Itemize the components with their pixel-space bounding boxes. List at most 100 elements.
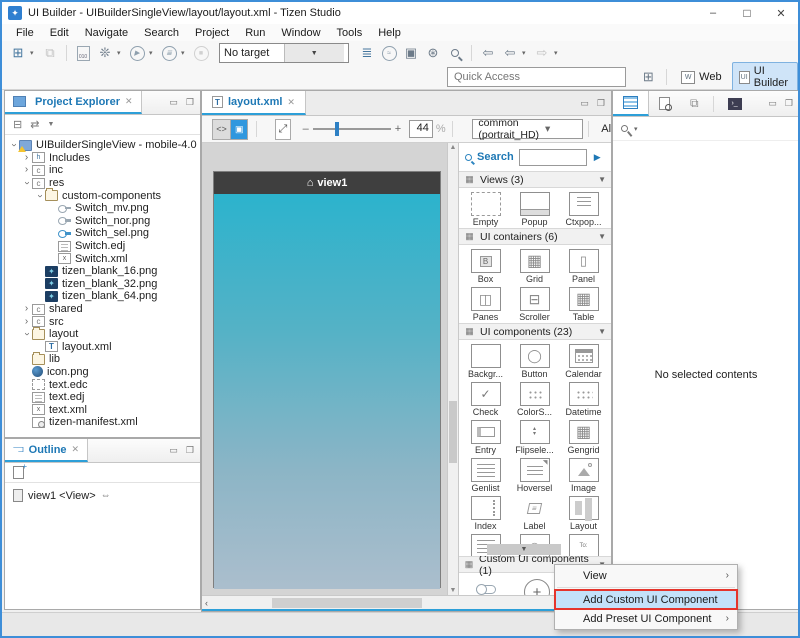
tree-item-text-edc[interactable]: text.edc [5, 378, 200, 391]
add-component-button[interactable] [524, 579, 550, 595]
tree-item-layout[interactable]: layout [5, 328, 200, 341]
open-perspective-icon[interactable]: ⊞ [638, 67, 658, 87]
design-view-toggle[interactable]: ▣ [230, 119, 248, 140]
tab-file-preview[interactable] [649, 91, 680, 116]
profile-dropdown-icon[interactable] [181, 49, 189, 57]
maximize-button[interactable] [730, 2, 764, 24]
context-menu-item-view[interactable]: View [555, 566, 737, 585]
tab-properties[interactable] [613, 91, 649, 116]
palette-item-button[interactable]: ◯Button [510, 342, 559, 380]
palette-item-flipsele[interactable]: ▴▾Flipsele... [510, 418, 559, 456]
tab-console[interactable] [718, 91, 752, 116]
tab-outline[interactable]: ⫎ Outline [5, 439, 88, 462]
minimize-panel-icon[interactable] [169, 97, 178, 108]
tree-item-tizen-blank-16-png[interactable]: tizen_blank_16.png [5, 265, 200, 278]
profile-icon[interactable]: ≣ [159, 43, 179, 63]
palette-item-switch[interactable]: Switch [461, 575, 510, 595]
pin-dropdown-icon[interactable] [634, 125, 642, 133]
tree-item-switch-sel-png[interactable]: Switch_sel.png [5, 227, 200, 240]
palette-item-label[interactable]: ≡Label [510, 494, 559, 532]
close-project-explorer-icon[interactable] [125, 96, 133, 107]
palette-section-views-3[interactable]: ▦Views (3) [459, 171, 611, 188]
tree-item-switch-nor-png[interactable]: Switch_nor.png [5, 215, 200, 228]
palette-item-colors[interactable]: ColorS... [510, 380, 559, 418]
tree-item-includes[interactable]: Includes [5, 152, 200, 165]
palette-search-input[interactable] [519, 149, 587, 166]
source-view-toggle[interactable]: <> [212, 119, 230, 140]
menu-project[interactable]: Project [187, 27, 237, 39]
tree-item-switch-edj[interactable]: Switch.edj [5, 240, 200, 253]
tab-project-explorer[interactable]: Project Explorer [5, 91, 142, 114]
maximize-panel-icon[interactable] [186, 97, 194, 108]
close-outline-icon[interactable] [72, 444, 80, 455]
palette-section-ui-containers-6[interactable]: ▦UI containers (6) [459, 228, 611, 245]
new-project-icon[interactable]: ⊞ [8, 43, 28, 63]
palette-item-grid[interactable]: ▦Grid [510, 247, 559, 285]
pin-icon[interactable] [620, 124, 630, 134]
vertical-scroll-thumb[interactable] [449, 401, 457, 463]
palette-scroll-down-strip[interactable] [487, 544, 561, 555]
zoom-out-icon[interactable] [303, 123, 309, 135]
palette-item-box[interactable]: BBox [461, 247, 510, 285]
palette-item-datetime[interactable]: Datetime [559, 380, 608, 418]
close-editor-tab-icon[interactable] [287, 97, 295, 108]
menu-search[interactable]: Search [136, 27, 187, 39]
editor-horizontal-scrollbar[interactable] [202, 595, 611, 611]
back-dropdown-icon[interactable] [522, 49, 530, 57]
new-dropdown-icon[interactable] [30, 49, 38, 57]
tree-item-text-edj[interactable]: text.edj [5, 391, 200, 404]
expand-arrow-icon[interactable] [35, 190, 45, 201]
view-body[interactable] [214, 194, 440, 589]
palette-item-check[interactable]: ✓Check [461, 380, 510, 418]
tree-item-tizen-blank-64-png[interactable]: tizen_blank_64.png [5, 290, 200, 303]
palette-item-index[interactable]: Index [461, 494, 510, 532]
tree-item-switch-mv-png[interactable]: Switch_mv.png [5, 202, 200, 215]
outline-item-view1[interactable]: view1 <View> [5, 483, 200, 508]
collapse-section-icon[interactable] [598, 175, 606, 184]
palette-item-gengrid[interactable]: ▦Gengrid [559, 418, 608, 456]
new-view-icon[interactable] [13, 466, 24, 479]
context-menu-item-add-custom-ui-component[interactable]: Add Custom UI Component [555, 590, 737, 609]
expand-arrow-icon[interactable] [9, 140, 19, 151]
palette-item-panel[interactable]: ▯Panel [559, 247, 608, 285]
palette-section-ui-components-23[interactable]: ▦UI components (23) [459, 323, 611, 340]
palette-item-backgr[interactable]: Backgr... [461, 342, 510, 380]
palette-item-empty[interactable]: Empty [461, 190, 510, 228]
minimize-button[interactable] [696, 2, 730, 24]
palette-vertical-scrollbar[interactable] [447, 143, 459, 595]
quick-access-input[interactable] [447, 67, 626, 87]
last-edit-icon[interactable]: ⇦ [478, 43, 498, 63]
palette-item-calendar[interactable]: Calendar [559, 342, 608, 380]
scroll-up-icon[interactable] [448, 144, 458, 151]
palette-item-partial[interactable]: To: [559, 532, 608, 556]
maximize-editor-icon[interactable] [597, 98, 605, 109]
forward-dropdown-icon[interactable] [554, 49, 562, 57]
run-icon[interactable]: ▶ [127, 43, 147, 63]
menu-run[interactable]: Run [237, 27, 273, 39]
tab-attachments[interactable] [680, 91, 709, 116]
tree-item-shared[interactable]: shared [5, 303, 200, 316]
menu-edit[interactable]: Edit [42, 27, 77, 39]
dynamic-analyzer-icon[interactable]: ≈ [379, 43, 399, 63]
target-dropdown-arrow-icon[interactable] [284, 44, 345, 62]
maximize-properties-icon[interactable] [785, 98, 793, 109]
menu-navigate[interactable]: Navigate [77, 27, 136, 39]
tree-item-custom-components[interactable]: custom-components [5, 189, 200, 202]
palette-item-table[interactable]: ▦Table [559, 285, 608, 323]
collapse-all-icon[interactable]: ⊟ [13, 118, 22, 131]
expand-arrow-icon[interactable] [22, 329, 32, 340]
search-go-icon[interactable] [594, 152, 601, 163]
collapse-section-icon[interactable] [598, 232, 606, 241]
profile-dropdown[interactable]: common (portrait_HD) [472, 119, 582, 139]
menu-window[interactable]: Window [273, 27, 328, 39]
tab-layout-xml[interactable]: layout.xml [202, 91, 306, 115]
tree-item-switch-xml[interactable]: Switch.xml [5, 252, 200, 265]
expand-arrow-icon[interactable] [21, 304, 32, 314]
tree-item-text-xml[interactable]: text.xml [5, 403, 200, 416]
target-dropdown[interactable]: No target [219, 43, 349, 63]
collapse-section-icon[interactable] [598, 327, 606, 336]
palette-item-scroller[interactable]: ⊟Scroller [510, 285, 559, 323]
debug-icon[interactable]: ❊ [95, 43, 115, 63]
palette-item-entry[interactable]: Entry [461, 418, 510, 456]
zoom-value-input[interactable]: 44 [409, 120, 433, 138]
